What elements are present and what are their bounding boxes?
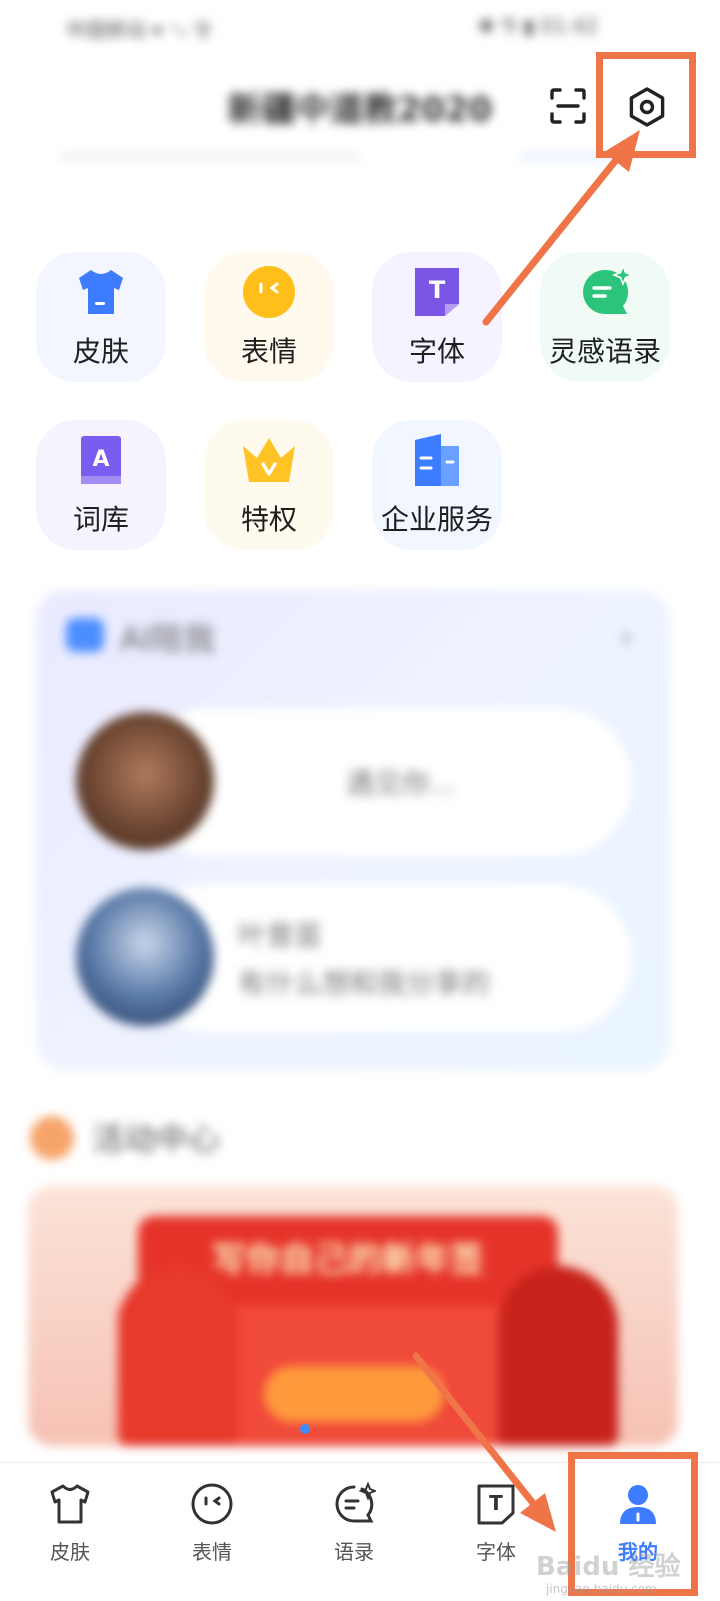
feature-emoji[interactable]: 表情 (204, 252, 334, 382)
activity-banner[interactable]: 写你自己的新年签 (28, 1186, 678, 1446)
avatar[interactable] (76, 712, 214, 850)
watermark-url: jingyan.baidu.com (546, 1582, 657, 1596)
svg-text:T: T (429, 276, 446, 304)
tab-skin[interactable]: 皮肤 (20, 1468, 120, 1578)
activity-section-title: 活动中心 (92, 1120, 221, 1158)
feature-skin[interactable]: 皮肤 (36, 252, 166, 382)
tab-emoji[interactable]: 表情 (162, 1468, 262, 1578)
chat-message: 遇见你... (346, 767, 457, 800)
banner-title: 写你自己的新年签 (212, 1240, 484, 1280)
tab-label: 字体 (476, 1540, 516, 1564)
feature-enterprise-service[interactable]: 企业服务 (372, 420, 502, 550)
feature-label: 特权 (240, 503, 297, 536)
settings-highlight-box (596, 52, 696, 158)
smile-outline-icon (190, 1482, 234, 1526)
feature-label: 表情 (240, 335, 297, 368)
avatar[interactable] (76, 888, 214, 1026)
tshirt-outline-icon (48, 1482, 92, 1526)
feature-label: 皮肤 (72, 335, 129, 368)
carousel-indicator (300, 1424, 310, 1434)
feature-label: 词库 (72, 503, 129, 536)
tab-label: 语录 (334, 1540, 374, 1564)
emoji-icon (241, 264, 297, 320)
crown-icon (241, 432, 297, 488)
status-icons-time: ✱ ⅋ ▮ 01:42 (478, 14, 599, 38)
profile-subtitle (60, 154, 360, 160)
feature-label: 字体 (408, 335, 465, 368)
carrier-text: 中国移动 ▾ ⁺ᵢₗ 令 (66, 18, 213, 42)
enterprise-icon (409, 432, 465, 488)
chat-name: 叶曾苗 (238, 919, 323, 952)
quote-outline-icon (332, 1481, 378, 1526)
watermark: Baidu 经验 (536, 1546, 680, 1583)
quote-bubble-icon (577, 263, 635, 320)
chat-message: 有什么想和我分享的 (238, 967, 491, 1000)
lexicon-icon: A (73, 432, 129, 488)
ai-chat-icon (66, 618, 104, 652)
tab-label: 皮肤 (50, 1540, 90, 1564)
status-bar: 中国移动 ▾ ⁺ᵢₗ 令 ✱ ⅋ ▮ 01:42 (0, 0, 720, 60)
tab-label: 表情 (192, 1540, 232, 1564)
tab-font[interactable]: T 字体 (446, 1468, 546, 1578)
font-icon: T (409, 264, 465, 320)
watermark-text: Baidu 经验 (536, 1552, 681, 1582)
feature-label: 灵感语录 (548, 335, 661, 368)
chevron-right-icon[interactable]: › (620, 620, 632, 655)
scan-icon[interactable] (548, 86, 588, 126)
tshirt-icon (73, 264, 129, 320)
activity-icon (30, 1116, 74, 1160)
font-outline-icon: T (474, 1482, 518, 1526)
feature-label: 企业服务 (380, 503, 493, 536)
feature-lexicon[interactable]: A 词库 (36, 420, 166, 550)
ai-section-title: AI陪我 (120, 620, 216, 658)
tab-quotes[interactable]: 语录 (304, 1468, 404, 1578)
svg-text:A: A (92, 447, 109, 472)
feature-privilege[interactable]: 特权 (204, 420, 334, 550)
feature-font[interactable]: T 字体 (372, 252, 502, 382)
feature-inspiration-quotes[interactable]: 灵感语录 (540, 252, 670, 382)
svg-text:T: T (489, 1491, 503, 1515)
